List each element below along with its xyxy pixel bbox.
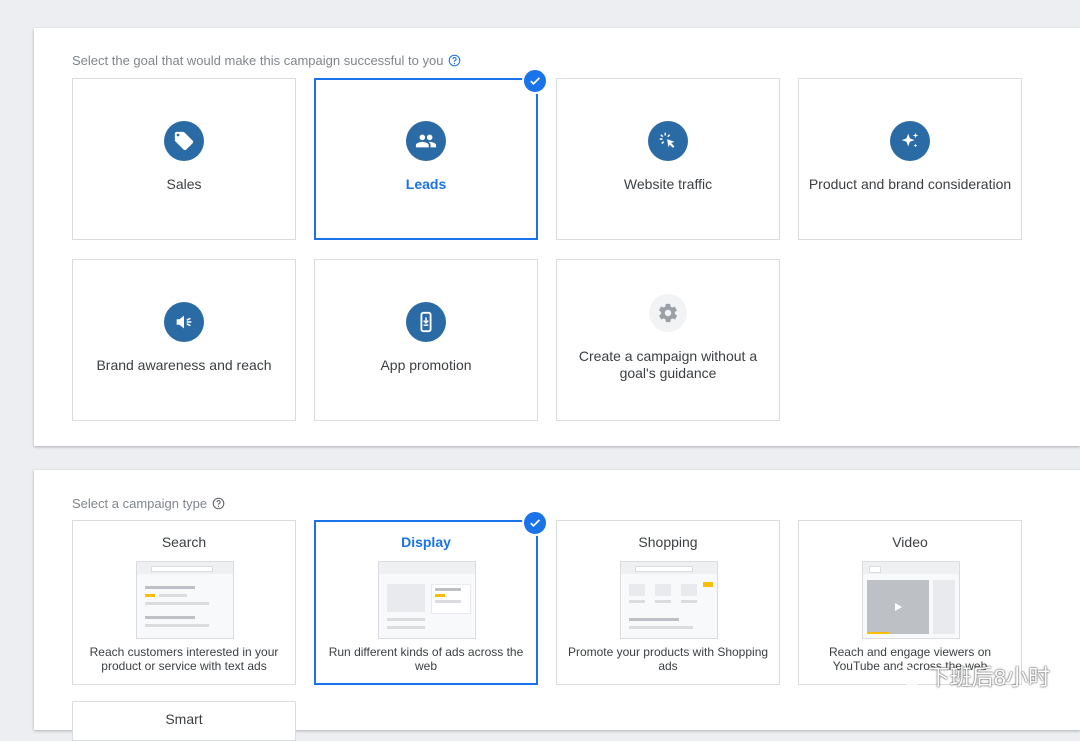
type-desc-display: Run different kinds of ads across the we… [328, 645, 524, 673]
video-ad-illustration [862, 561, 960, 639]
type-card-search[interactable]: Search Reach customers interested in you… [72, 520, 296, 685]
goal-selection-panel: Select the goal that would make this cam… [34, 28, 1080, 446]
type-title-smart: Smart [165, 711, 203, 727]
goal-label-no-guidance: Create a campaign without a goal's guida… [578, 348, 758, 381]
type-desc-shopping: Promote your products with Shopping ads [567, 645, 769, 673]
wechat-icon [894, 665, 921, 686]
type-card-display[interactable]: Display Run different kinds of ads acros… [314, 510, 548, 685]
goal-label-sales: Sales [166, 176, 202, 192]
goal-card-sales[interactable]: Sales [72, 78, 296, 240]
type-section-label: Select a campaign type [72, 496, 225, 511]
phone-download-icon [406, 302, 446, 342]
goal-label-leads: Leads [405, 176, 447, 192]
sparkle-icon [890, 121, 930, 161]
goal-label-app-promotion: App promotion [380, 357, 472, 373]
watermark: 下班后8小时 [894, 660, 1050, 692]
type-title-shopping: Shopping [638, 534, 698, 550]
gear-icon [649, 294, 687, 332]
goal-card-brand-awareness[interactable]: Brand awareness and reach [72, 259, 296, 421]
search-ad-illustration [136, 561, 234, 639]
watermark-text: 下班后8小时 [927, 665, 1050, 690]
shopping-ad-illustration [620, 561, 718, 639]
type-card-shopping[interactable]: Shopping Promote your products with Shop… [556, 520, 780, 685]
checkmark-icon [522, 510, 548, 536]
type-desc-search: Reach customers interested in your produ… [89, 645, 279, 673]
goal-label-product-brand-consideration: Product and brand consideration [808, 176, 1012, 192]
display-ad-illustration [378, 561, 476, 639]
goal-section-label: Select the goal that would make this cam… [72, 53, 461, 68]
play-icon [895, 603, 902, 611]
type-section-label-text: Select a campaign type [72, 496, 208, 511]
goal-label-website-traffic: Website traffic [623, 176, 713, 192]
cursor-click-icon [648, 121, 688, 161]
megaphone-icon [164, 302, 204, 342]
goal-card-app-promotion[interactable]: App promotion [314, 259, 538, 421]
goal-card-leads[interactable]: Leads [314, 68, 548, 240]
goal-card-no-guidance[interactable]: Create a campaign without a goal's guida… [556, 259, 780, 421]
help-circle-icon[interactable] [448, 54, 461, 67]
goal-section-label-text: Select the goal that would make this cam… [72, 53, 444, 68]
people-icon [406, 121, 446, 161]
goal-label-brand-awareness: Brand awareness and reach [96, 357, 272, 373]
goal-card-product-brand-consideration[interactable]: Product and brand consideration [798, 78, 1022, 240]
type-title-display: Display [401, 534, 451, 550]
type-title-search: Search [161, 534, 207, 550]
type-card-smart[interactable]: Smart [72, 701, 296, 741]
type-title-video: Video [892, 534, 928, 550]
checkmark-icon [522, 68, 548, 94]
tag-icon [164, 121, 204, 161]
help-circle-icon[interactable] [212, 497, 225, 510]
goal-card-website-traffic[interactable]: Website traffic [556, 78, 780, 240]
